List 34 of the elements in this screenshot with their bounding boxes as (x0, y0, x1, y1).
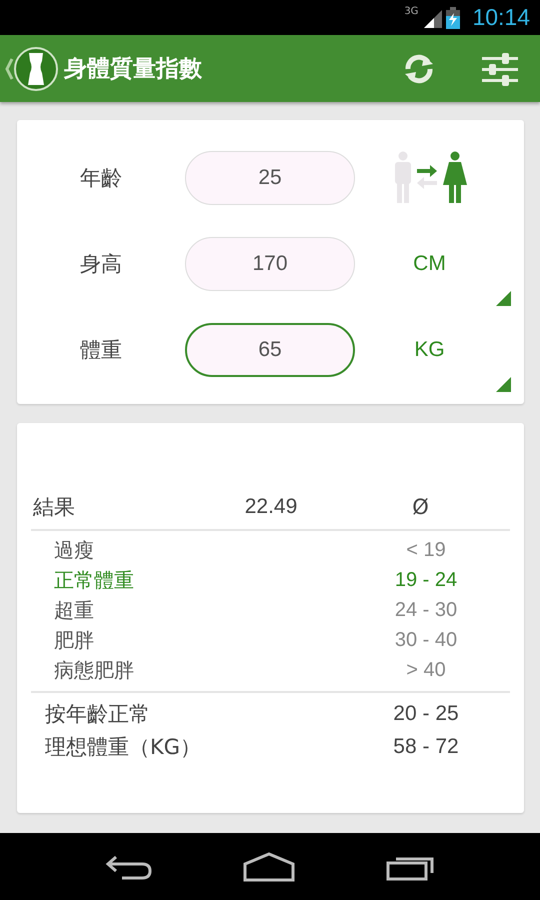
input-field[interactable]: 25 (185, 151, 355, 205)
result-value: 22.49 (244, 495, 298, 519)
dropdown-corner-icon (496, 291, 511, 306)
result-label: 結果 (32, 494, 76, 521)
app-title: 身體質量指數 (64, 55, 202, 84)
network-label: 3G (404, 6, 418, 17)
settings-icon[interactable] (482, 52, 518, 86)
info-value: 20 - 25 (392, 702, 460, 726)
category-label: 病態肥胖 (54, 656, 134, 684)
category-range: 30 - 40 (394, 628, 458, 652)
signal-icon (422, 8, 442, 28)
category-range: 24 - 30 (394, 598, 458, 622)
battery-icon (446, 6, 460, 28)
category-label: 超重 (54, 596, 94, 624)
info-value: 58 - 72 (392, 734, 460, 758)
field-label: 體重 (79, 337, 123, 364)
unit-dropdown[interactable]: KG (414, 338, 445, 362)
result-symbol: Ø (411, 495, 430, 519)
info-label: 理想體重（KG） (45, 734, 202, 760)
unit-dropdown[interactable]: CM (413, 252, 446, 276)
category-label: 正常體重 (54, 566, 134, 594)
category-label: 過瘦 (54, 536, 94, 564)
field-label: 年齡 (79, 165, 123, 192)
dropdown-corner-icon (496, 377, 511, 392)
field-label: 身高 (79, 251, 123, 278)
category-range: 19 - 24 (394, 568, 458, 592)
category-range: < 19 (405, 538, 447, 562)
category-label: 肥胖 (54, 626, 94, 654)
input-field[interactable]: 170 (185, 237, 355, 291)
input-field[interactable]: 65 (185, 323, 355, 377)
clock: 10:14 (472, 4, 530, 31)
info-label: 按年齡正常 (45, 700, 150, 728)
category-range: > 40 (405, 658, 447, 682)
home-icon[interactable] (240, 852, 297, 882)
